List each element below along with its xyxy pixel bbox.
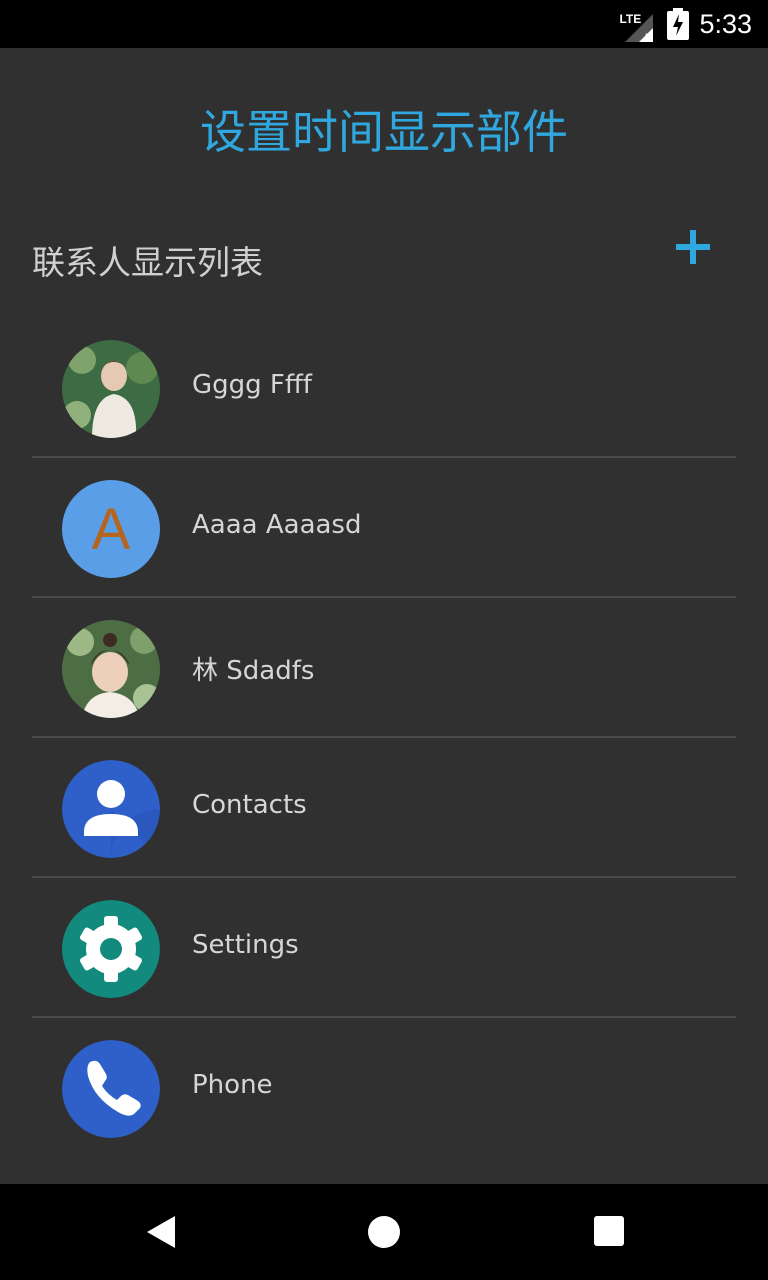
contact-row[interactable]: Gggg Ffff bbox=[32, 318, 736, 458]
status-time: 5:33 bbox=[699, 8, 752, 39]
phone-app-icon bbox=[62, 1040, 160, 1138]
contact-photo-avatar bbox=[62, 340, 160, 438]
contact-row[interactable]: Contacts bbox=[32, 738, 736, 878]
contact-name: 林 Sdadfs bbox=[192, 656, 315, 686]
contact-name: Contacts bbox=[192, 790, 307, 820]
avatar-letter: A bbox=[62, 480, 160, 578]
status-icons: LTE 5:33 bbox=[617, 0, 752, 48]
contact-name: Aaaa Aaaasd bbox=[192, 510, 362, 540]
contact-name: Phone bbox=[192, 1070, 273, 1100]
page-title: 设置时间显示部件 bbox=[200, 105, 568, 159]
contact-name: Settings bbox=[192, 930, 299, 960]
back-icon[interactable] bbox=[143, 1214, 179, 1250]
contact-photo-avatar bbox=[62, 620, 160, 718]
status-bar: LTE 5:33 bbox=[0, 0, 768, 48]
recents-icon[interactable] bbox=[592, 1214, 628, 1250]
contact-name: Gggg Ffff bbox=[192, 370, 312, 400]
settings-app-icon bbox=[62, 900, 160, 998]
letter-avatar: A bbox=[62, 480, 160, 578]
lte-signal-icon: LTE bbox=[617, 4, 657, 44]
plus-icon bbox=[676, 230, 710, 264]
contact-list: Gggg Ffff A Aaaa Aaaasd 林 Sdadfs Contact… bbox=[32, 318, 736, 1158]
contact-row[interactable]: Phone bbox=[32, 1018, 736, 1158]
add-contact-button[interactable] bbox=[664, 218, 722, 276]
contact-row[interactable]: A Aaaa Aaaasd bbox=[32, 458, 736, 598]
battery-charging-icon bbox=[667, 8, 690, 40]
contacts-app-icon bbox=[62, 760, 160, 858]
navigation-bar bbox=[0, 1184, 768, 1280]
home-icon[interactable] bbox=[366, 1214, 402, 1250]
contact-row[interactable]: Settings bbox=[32, 878, 736, 1018]
contact-row[interactable]: 林 Sdadfs bbox=[32, 598, 736, 738]
section-title: 联系人显示列表 bbox=[32, 243, 263, 282]
